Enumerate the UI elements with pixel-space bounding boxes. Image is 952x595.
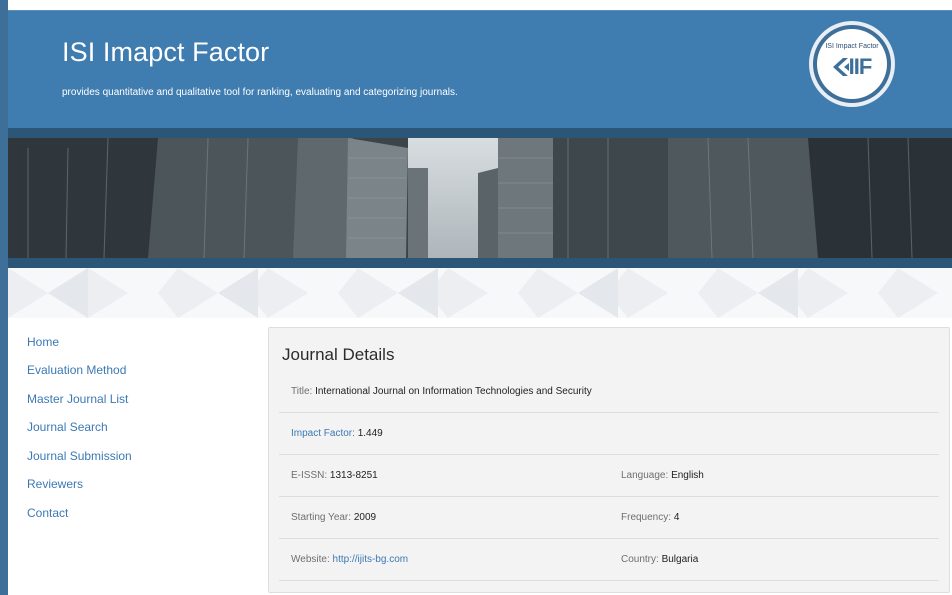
eissn-value: 1313-8251 [329,470,378,481]
title-label: Title: [291,386,313,397]
page-frame-edge [0,0,8,595]
site-logo[interactable]: ISI Impact Factor IIF [809,21,895,107]
site-title[interactable]: ISI Imapct Factor [62,37,269,68]
frequency-label: Frequency: [621,512,672,523]
header-divider [8,128,952,138]
country-value: Bulgaria [661,554,699,565]
sidebar-item-home[interactable]: Home [27,335,59,349]
sidebar-item-evaluation-method[interactable]: Evaluation Method [27,363,126,377]
banner-divider [8,258,952,268]
logo-caption: ISI Impact Factor [825,43,879,50]
detail-row-impact-factor: Impact Factor: 1.449 [279,413,939,455]
frequency-value: 4 [673,512,680,523]
language-value: English [671,470,704,481]
detail-row-eissn-language: E-ISSN: 1313-8251 Language: English [279,455,939,497]
detail-row-title: Title: International Journal on Informat… [279,371,939,413]
chevron-logo-icon [832,58,849,76]
impact-factor-label[interactable]: Impact Factor: [291,428,355,439]
logo-mark-text: IIF [848,54,873,79]
country-label: Country: [621,554,659,565]
sidebar-item-journal-submission[interactable]: Journal Submission [27,449,132,463]
language-label: Language: [621,470,669,481]
impact-factor-value: 1.449 [357,428,383,439]
sidebar-nav: Home Evaluation Method Master Journal Li… [8,326,234,528]
sidebar-item-journal-search[interactable]: Journal Search [27,420,108,434]
logo-mark: IIF [817,54,887,80]
website-label: Website: [291,554,330,565]
eissn-label: E-ISSN: [291,470,328,481]
sidebar-item-reviewers[interactable]: Reviewers [27,477,83,491]
site-header: ISI Imapct Factor provides quantitative … [8,10,952,128]
logo-badge: ISI Impact Factor IIF [817,29,887,99]
website-link[interactable]: http://ijits-bg.com [333,554,409,565]
banner-image [8,138,952,258]
detail-row-year-frequency: Starting Year: 2009 Frequency: 4 [279,497,939,539]
starting-year-value: 2009 [353,512,377,523]
sidebar-item-contact[interactable]: Contact [27,506,68,520]
starting-year-label: Starting Year: [291,512,352,523]
sidebar-item-master-journal-list[interactable]: Master Journal List [27,392,128,406]
detail-row-website-country: Website: http://ijits-bg.com Country: Bu… [279,539,939,581]
decorative-pattern [8,268,952,318]
site-tagline: provides quantitative and qualitative to… [62,87,458,98]
journal-details-panel: Journal Details Title: International Jou… [268,327,950,593]
panel-title: Journal Details [282,345,395,364]
title-value: International Journal on Information Tec… [315,386,592,397]
